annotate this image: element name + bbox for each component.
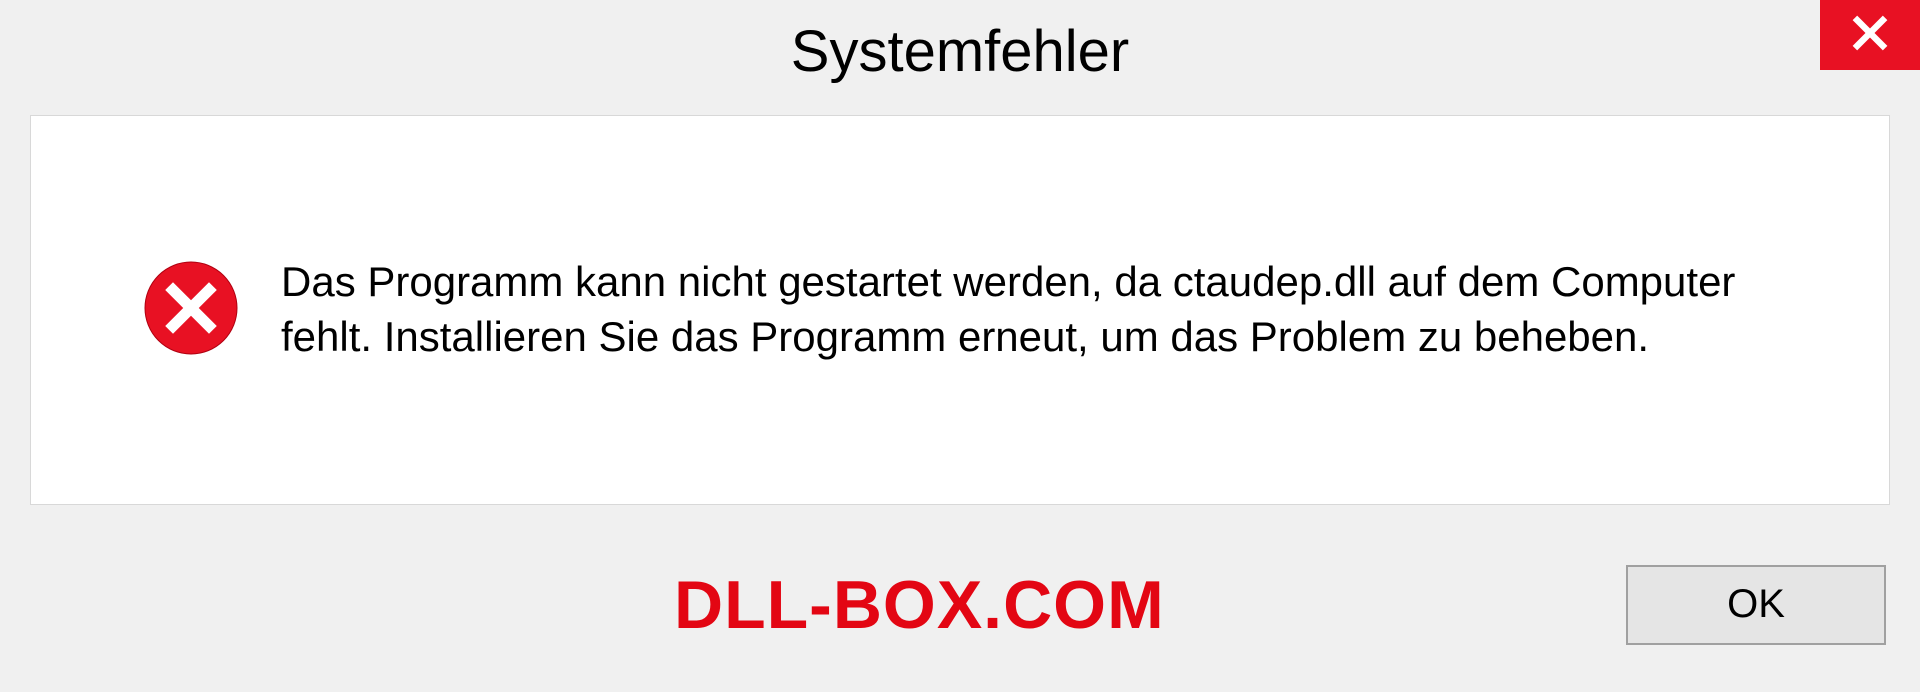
error-icon bbox=[141, 258, 241, 363]
close-button[interactable] bbox=[1820, 0, 1920, 70]
watermark-text: DLL-BOX.COM bbox=[674, 566, 1165, 644]
content-panel: Das Programm kann nicht gestartet werden… bbox=[30, 115, 1890, 505]
close-icon bbox=[1848, 11, 1892, 60]
ok-button[interactable]: OK bbox=[1626, 565, 1886, 645]
dialog-title: Systemfehler bbox=[0, 0, 1920, 95]
error-message: Das Programm kann nicht gestartet werden… bbox=[281, 255, 1819, 364]
footer-area: DLL-BOX.COM OK bbox=[0, 517, 1920, 692]
